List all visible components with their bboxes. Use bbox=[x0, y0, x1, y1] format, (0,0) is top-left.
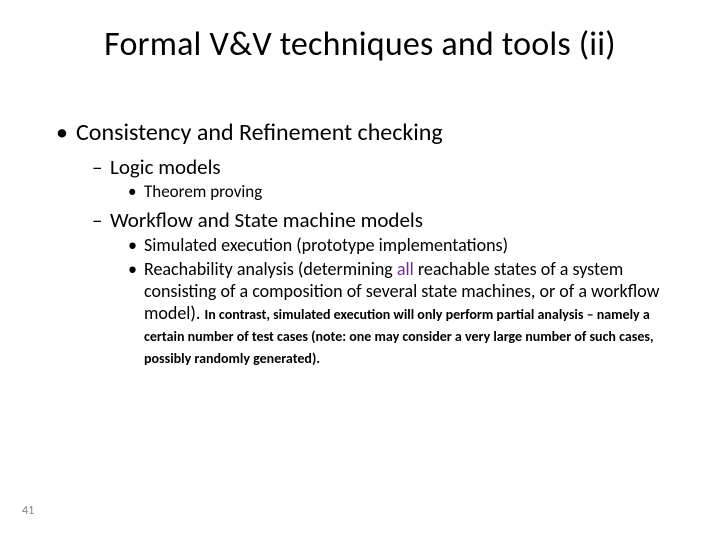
level3-text: Theorem proving bbox=[144, 181, 262, 202]
bullet-dash-icon: – bbox=[92, 154, 102, 180]
level3-text-accent: all bbox=[397, 258, 414, 280]
bullet-level1: • Consistency and Refinement checking bbox=[56, 118, 668, 148]
level1-text: Consistency and Refinement checking bbox=[76, 118, 443, 147]
level3-text-pre: Reachability analysis (determining bbox=[144, 258, 397, 280]
slide: Formal V&V techniques and tools (ii) • C… bbox=[0, 0, 720, 540]
bullet-level3: • Simulated execution (prototype impleme… bbox=[128, 235, 668, 257]
bullet-level2: – Logic models bbox=[92, 154, 668, 180]
bullet-dot-icon: • bbox=[128, 235, 137, 257]
level3-note: In contrast, simulated execution will on… bbox=[144, 306, 654, 367]
slide-title: Formal V&V techniques and tools (ii) bbox=[0, 24, 720, 65]
slide-body: • Consistency and Refinement checking – … bbox=[56, 118, 668, 371]
bullet-dash-icon: – bbox=[92, 207, 102, 233]
bullet-dot-icon: • bbox=[128, 259, 137, 281]
bullet-level2: – Workflow and State machine models bbox=[92, 207, 668, 233]
bullet-dot-icon: • bbox=[128, 182, 136, 203]
bullet-level3: • Reachability analysis (determining all… bbox=[128, 259, 668, 369]
level3-text: Simulated execution (prototype implement… bbox=[144, 234, 508, 256]
bullet-level3: • Theorem proving bbox=[128, 182, 668, 203]
level2-text: Logic models bbox=[110, 154, 221, 180]
page-number: 41 bbox=[22, 504, 34, 518]
level2-text: Workflow and State machine models bbox=[110, 207, 423, 233]
bullet-dot-icon: • bbox=[56, 118, 68, 148]
